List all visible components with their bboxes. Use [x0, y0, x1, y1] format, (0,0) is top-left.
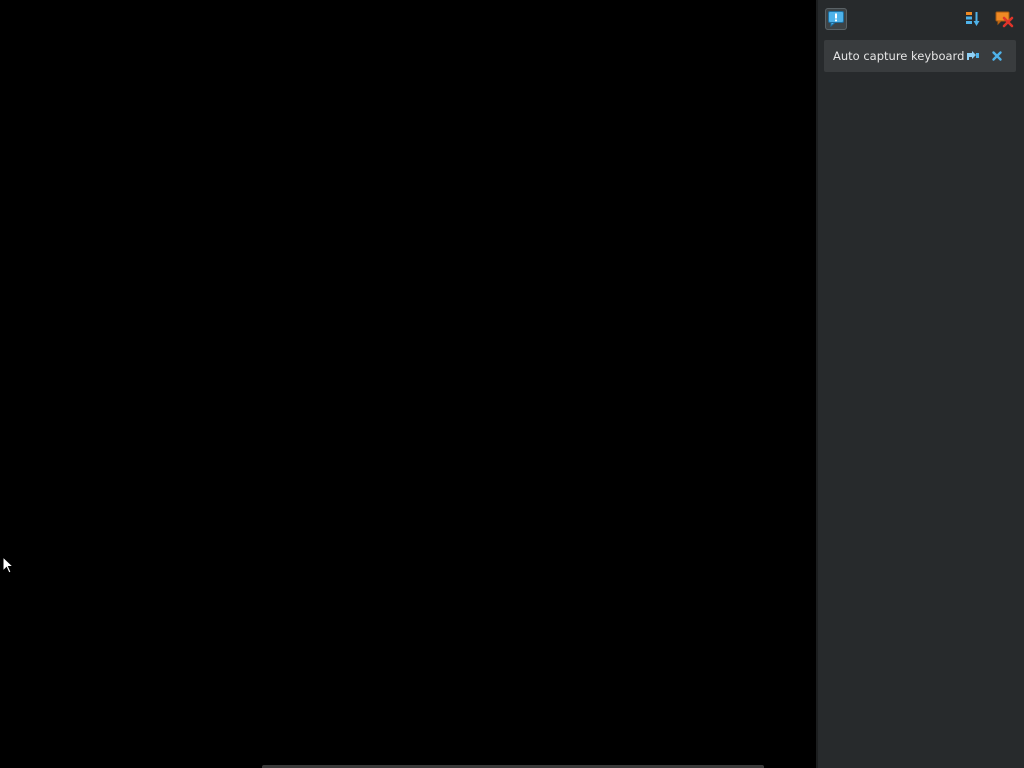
- notification-panel: Auto capture keyboard ...: [816, 0, 1024, 768]
- notification-pin-button[interactable]: [965, 48, 981, 64]
- panel-toolbar: [818, 0, 1024, 38]
- speech-bubble-exclamation-icon: [828, 11, 844, 28]
- mouse-cursor-icon: [2, 556, 14, 574]
- clear-notifications-icon: [995, 11, 1014, 28]
- clear-notifications-button[interactable]: [993, 8, 1015, 30]
- screen: Auto capture keyboard ...: [0, 0, 1024, 768]
- sort-descending-icon: [966, 12, 980, 26]
- close-icon: [992, 51, 1002, 61]
- guest-display[interactable]: [0, 0, 816, 768]
- notification-text: Auto capture keyboard ...: [833, 49, 965, 63]
- pin-icon: [967, 51, 979, 60]
- notification-close-button[interactable]: [989, 48, 1005, 64]
- notifications-toggle-button[interactable]: [825, 8, 847, 30]
- sort-notifications-button[interactable]: [962, 8, 984, 30]
- notification-item[interactable]: Auto capture keyboard ...: [824, 40, 1016, 72]
